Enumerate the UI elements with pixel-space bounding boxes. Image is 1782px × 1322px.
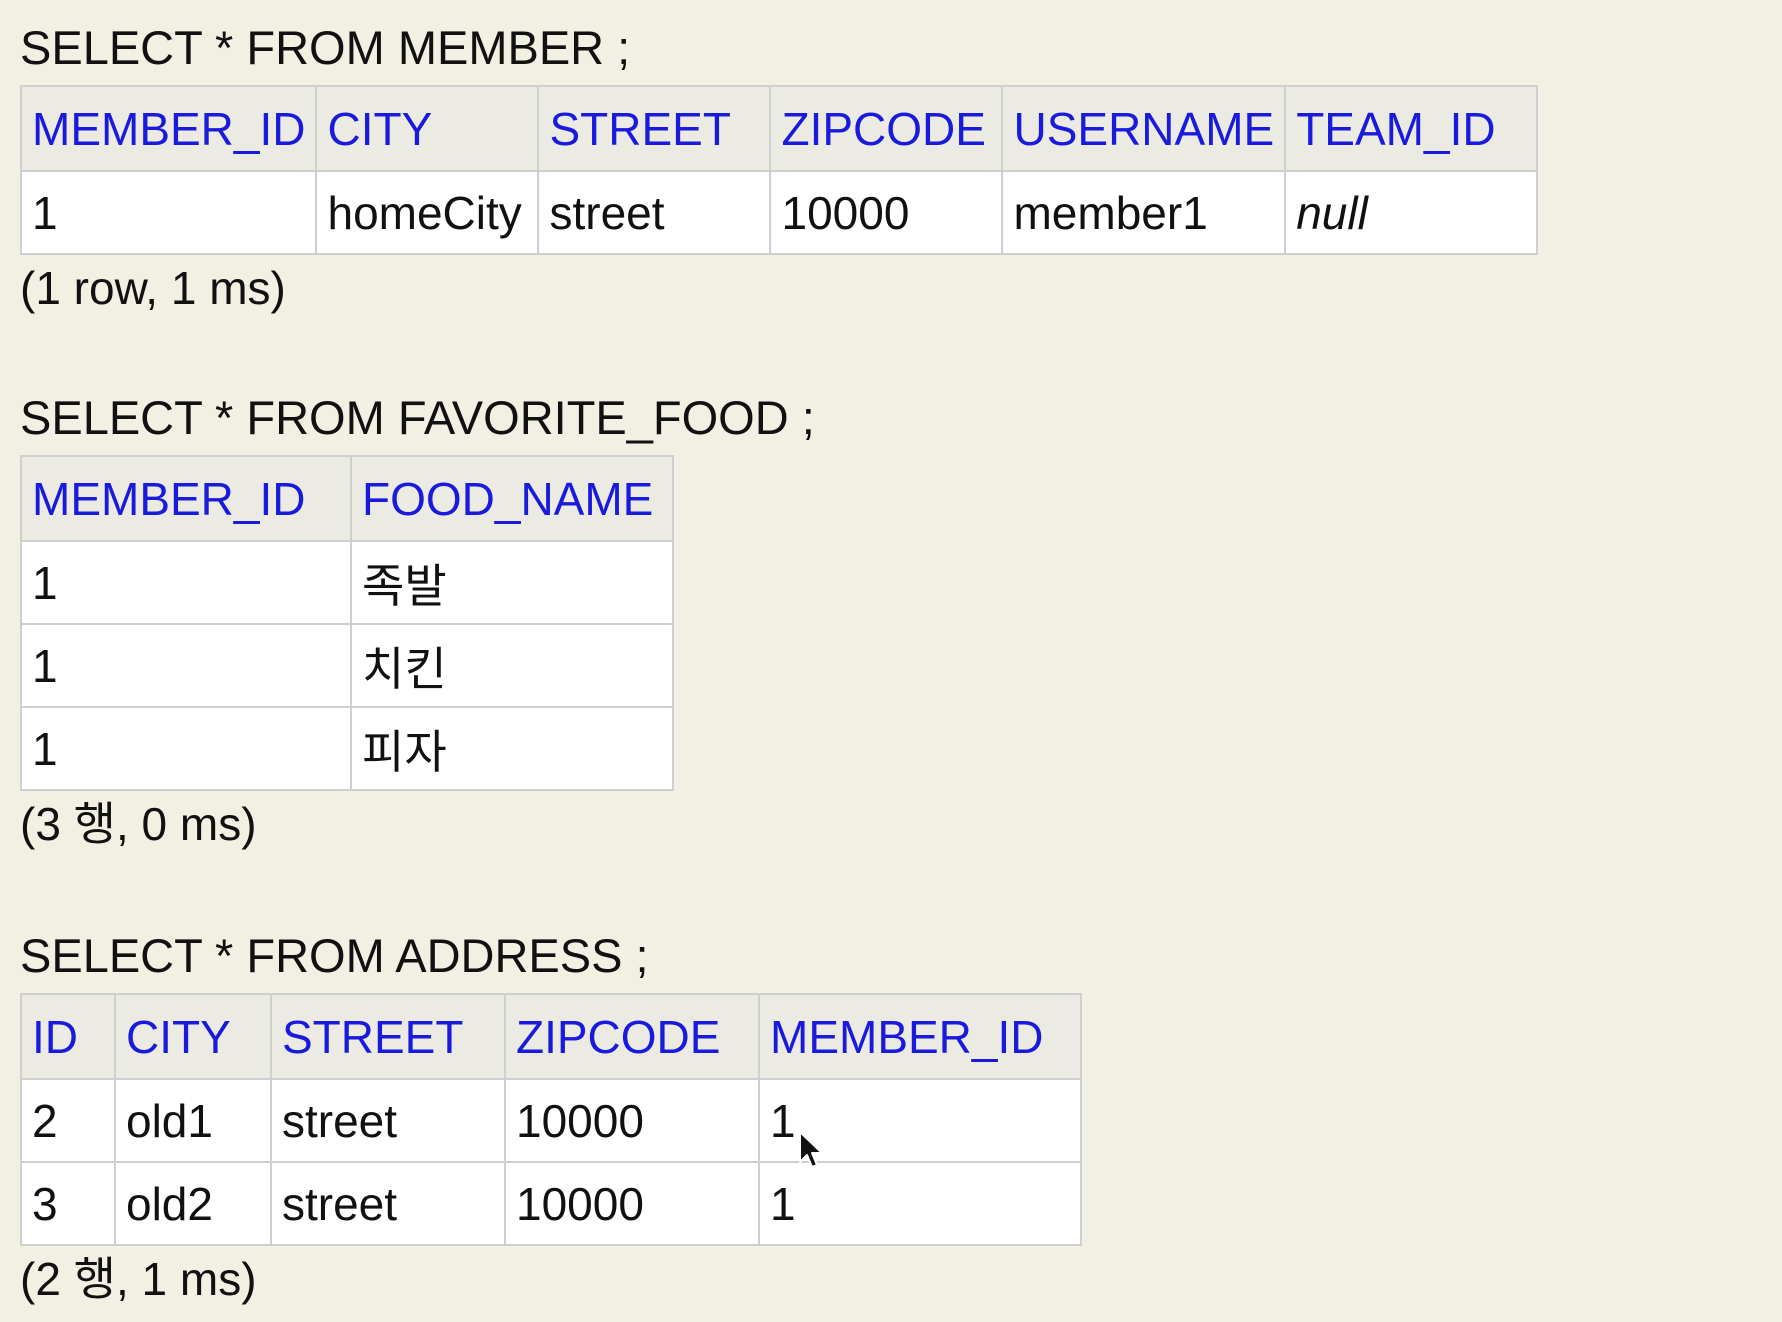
table-cell: homeCity xyxy=(315,170,540,255)
query-text: SELECT * FROM MEMBER ; xyxy=(20,21,631,74)
column-header-street[interactable]: STREET xyxy=(270,993,506,1080)
column-header-zipcode[interactable]: ZIPCODE xyxy=(769,85,1004,172)
query-status: (3 행, 0 ms) xyxy=(20,798,257,850)
table-cell: street xyxy=(270,1078,506,1163)
column-header-member-id[interactable]: MEMBER_ID xyxy=(758,993,1082,1080)
table-cell: 치킨 xyxy=(350,623,674,708)
table-cell: 족발 xyxy=(350,540,674,625)
table-row: 1 homeCity street 10000 member1 null xyxy=(19,170,1539,255)
query-status: (1 row, 1 ms) xyxy=(20,262,286,314)
table-cell: 1 xyxy=(20,623,352,708)
column-header-member-id[interactable]: MEMBER_ID xyxy=(19,85,318,172)
table-cell: 10000 xyxy=(504,1078,760,1163)
mouse-pointer-icon xyxy=(799,1131,823,1168)
column-header-username[interactable]: USERNAME xyxy=(1001,85,1287,172)
column-header-team-id[interactable]: TEAM_ID xyxy=(1284,85,1539,172)
table-cell: 10000 xyxy=(769,170,1004,255)
table-row: 1 족발 xyxy=(20,540,674,625)
table-cell: 1 xyxy=(20,540,352,625)
table-cell: 1 xyxy=(758,1161,1082,1246)
table-row: 1 치킨 xyxy=(20,623,674,708)
table-cell: 2 xyxy=(20,1078,116,1163)
result-table-address: ID CITY STREET ZIPCODE MEMBER_ID 2 old1 … xyxy=(20,993,1082,1246)
table-cell: 1 xyxy=(20,706,352,791)
result-table-favorite-food: MEMBER_ID FOOD_NAME 1 족발 1 치킨 1 피자 xyxy=(20,455,674,791)
query-status: (2 행, 1 ms) xyxy=(20,1253,257,1305)
table-cell: street xyxy=(270,1161,506,1246)
query-text: SELECT * FROM ADDRESS ; xyxy=(20,929,649,982)
column-header-street[interactable]: STREET xyxy=(537,85,772,172)
table-cell-null: null xyxy=(1284,170,1539,255)
table-cell: 1 xyxy=(19,170,318,255)
table-header-row: MEMBER_ID FOOD_NAME xyxy=(20,455,674,542)
table-row: 2 old1 street 10000 1 xyxy=(20,1078,1082,1163)
table-cell: old1 xyxy=(114,1078,272,1163)
column-header-city[interactable]: CITY xyxy=(114,993,272,1080)
query-result-member: SELECT * FROM MEMBER ; MEMBER_ID CITY ST… xyxy=(19,21,1539,314)
table-header-row: MEMBER_ID CITY STREET ZIPCODE USERNAME T… xyxy=(19,85,1539,172)
column-header-city[interactable]: CITY xyxy=(315,85,540,172)
table-cell: 3 xyxy=(20,1161,116,1246)
column-header-member-id[interactable]: MEMBER_ID xyxy=(20,455,352,542)
query-result-address: SELECT * FROM ADDRESS ; ID CITY STREET Z… xyxy=(20,932,1082,1302)
table-cell: street xyxy=(537,170,772,255)
table-cell: member1 xyxy=(1001,170,1287,255)
table-header-row: ID CITY STREET ZIPCODE MEMBER_ID xyxy=(20,993,1082,1080)
table-cell: 피자 xyxy=(350,706,674,791)
column-header-zipcode[interactable]: ZIPCODE xyxy=(504,993,760,1080)
result-table-member: MEMBER_ID CITY STREET ZIPCODE USERNAME T… xyxy=(19,85,1539,255)
table-cell: old2 xyxy=(114,1161,272,1246)
table-cell: 10000 xyxy=(504,1161,760,1246)
query-result-favorite-food: SELECT * FROM FAVORITE_FOOD ; MEMBER_ID … xyxy=(20,394,815,847)
column-header-food-name[interactable]: FOOD_NAME xyxy=(350,455,674,542)
column-header-id[interactable]: ID xyxy=(20,993,116,1080)
table-row: 1 피자 xyxy=(20,706,674,791)
query-text: SELECT * FROM FAVORITE_FOOD ; xyxy=(20,391,815,444)
table-row: 3 old2 street 10000 1 xyxy=(20,1161,1082,1246)
